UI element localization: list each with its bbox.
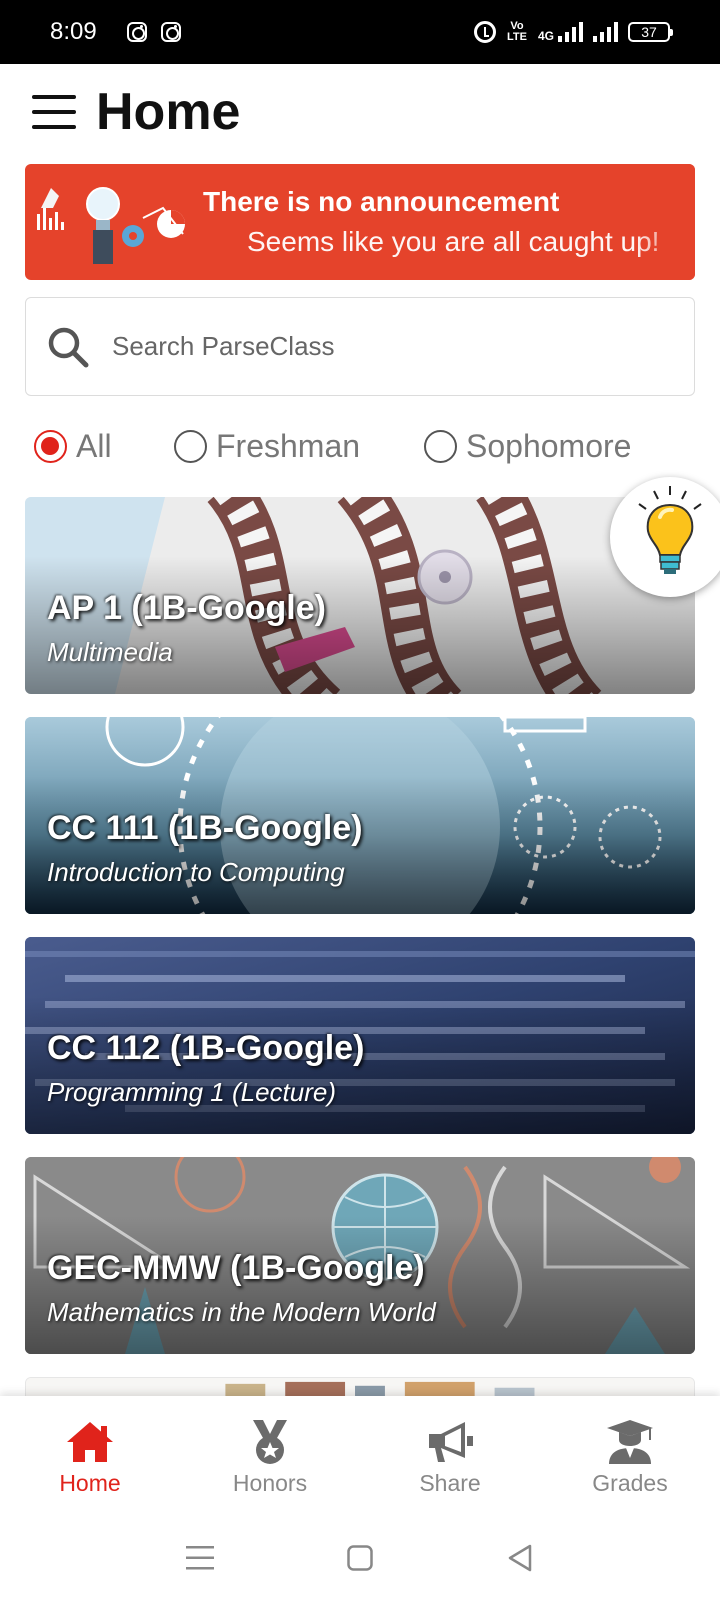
course-name: Multimedia xyxy=(47,637,173,667)
announcement-subtitle: Seems like you are all caught up! xyxy=(247,226,660,257)
page-title: Home xyxy=(96,83,241,141)
radio-checked-icon xyxy=(34,429,67,463)
home-icon xyxy=(67,1422,113,1462)
announcement-title: There is no announcement xyxy=(203,186,560,217)
app-screen: 8:09 Vo LTE 4G 37 Home There is no annou… xyxy=(0,0,720,1604)
medal-icon xyxy=(253,1420,287,1464)
nav-label: Home xyxy=(59,1470,121,1496)
filter-label: All xyxy=(76,427,112,464)
menu-lines-icon xyxy=(186,1545,214,1569)
filter-sophomore-radio[interactable]: Sophomore xyxy=(424,428,631,465)
nav-label: Grades xyxy=(592,1470,668,1496)
search-box[interactable] xyxy=(25,297,695,396)
graduate-icon xyxy=(607,1420,653,1464)
course-card[interactable]: CC 112 (1B-Google) Programming 1 (Lectur… xyxy=(25,937,695,1134)
nav-label: Honors xyxy=(232,1470,308,1496)
square-icon xyxy=(347,1544,373,1571)
status-left: 8:09 xyxy=(50,18,181,46)
filter-label: Freshman xyxy=(216,427,361,464)
recent-apps-button[interactable] xyxy=(180,1538,220,1578)
announcement-illustration xyxy=(37,187,185,264)
megaphone-icon xyxy=(429,1422,473,1462)
radio-unchecked-icon xyxy=(424,429,457,463)
search-icon xyxy=(48,327,89,367)
tip-lightbulb-button[interactable] xyxy=(610,477,720,597)
nav-honors[interactable]: Honors xyxy=(180,1396,360,1511)
search-input[interactable] xyxy=(112,331,672,362)
class-filter-group: All Freshman Sophomore xyxy=(34,420,694,472)
course-card[interactable]: GEC-MMW (1B-Google) Mathematics in the M… xyxy=(25,1157,695,1354)
nav-share[interactable]: Share xyxy=(360,1396,540,1511)
hamburger-menu-icon[interactable] xyxy=(32,95,76,129)
status-bar: 8:09 Vo LTE 4G 37 xyxy=(0,0,720,64)
instagram-icon xyxy=(126,22,147,42)
lightbulb-icon xyxy=(638,486,702,574)
signal-icon xyxy=(593,22,618,42)
status-time: 8:09 xyxy=(50,18,97,45)
radio-unchecked-icon xyxy=(174,429,207,463)
status-right: Vo LTE 4G 37 xyxy=(473,20,673,43)
course-code: CC 111 (1B-Google) xyxy=(47,809,363,847)
course-card[interactable]: CC 111 (1B-Google) Introduction to Compu… xyxy=(25,717,695,914)
volte-indicator: Vo LTE xyxy=(507,20,527,43)
battery-level: 37 xyxy=(641,24,657,40)
nav-home[interactable]: Home xyxy=(0,1396,180,1511)
course-card[interactable]: AP 1 (1B-Google) Multimedia xyxy=(25,497,695,694)
course-code: GEC-MMW (1B-Google) xyxy=(47,1249,425,1287)
course-name: Programming 1 (Lecture) xyxy=(47,1077,336,1107)
app-header: Home xyxy=(0,64,720,160)
system-navigation-bar xyxy=(0,1511,720,1604)
course-name: Introduction to Computing xyxy=(47,857,345,887)
filter-freshman-radio[interactable]: Freshman xyxy=(174,428,424,465)
instagram-icon xyxy=(160,22,181,42)
nav-grades[interactable]: Grades xyxy=(540,1396,720,1511)
home-system-button[interactable] xyxy=(340,1538,380,1578)
alarm-icon xyxy=(473,21,496,43)
battery-icon: 37 xyxy=(628,22,673,42)
course-code: CC 112 (1B-Google) xyxy=(47,1029,365,1067)
announcement-banner: There is no announcement Seems like you … xyxy=(25,164,695,280)
filter-label: Sophomore xyxy=(466,427,632,464)
bottom-navigation: Home Honors Share Grades xyxy=(0,1396,720,1511)
back-triangle-icon xyxy=(508,1544,532,1571)
course-code: AP 1 (1B-Google) xyxy=(47,589,326,627)
nav-label: Share xyxy=(419,1470,481,1496)
network-type: 4G xyxy=(537,29,554,43)
course-name: Mathematics in the Modern World xyxy=(47,1297,436,1327)
back-system-button[interactable] xyxy=(500,1538,540,1578)
filter-all-radio[interactable]: All xyxy=(34,428,174,465)
marquee-fade xyxy=(635,164,695,280)
signal-icon xyxy=(558,22,583,42)
